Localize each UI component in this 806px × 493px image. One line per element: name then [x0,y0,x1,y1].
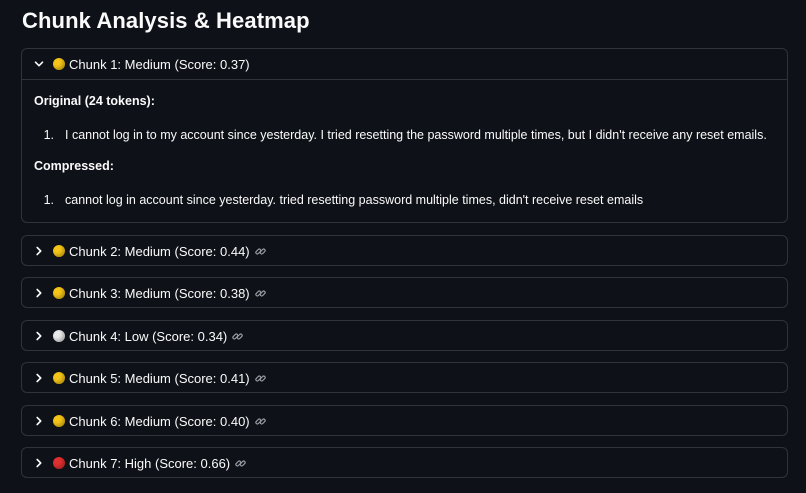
status-dot-icon [53,245,65,257]
link-icon[interactable] [254,372,267,385]
compressed-text: cannot log in account since yesterday. t… [65,193,644,207]
original-heading: Original (24 tokens): [34,94,155,108]
status-dot-icon [53,287,65,299]
chunk-expander-6: Chunk 6: Medium (Score: 0.40) [21,405,788,436]
link-icon[interactable] [254,245,267,258]
chunk-header-5[interactable]: Chunk 5: Medium (Score: 0.41) [22,363,787,393]
status-dot-icon [53,58,65,70]
chunk-label: Chunk 1: Medium (Score: 0.37) [69,56,250,72]
chunk-label: Chunk 2: Medium (Score: 0.44) [69,243,250,259]
chunk-expander-3: Chunk 3: Medium (Score: 0.38) [21,277,788,308]
chunk-header-3[interactable]: Chunk 3: Medium (Score: 0.38) [22,278,787,308]
chunk-header-1[interactable]: Chunk 1: Medium (Score: 0.37) [22,49,787,80]
chevron-right-icon [32,414,46,428]
list-number: 1. [43,193,54,207]
chunk-header-2[interactable]: Chunk 2: Medium (Score: 0.44) [22,236,787,266]
status-dot-icon [53,372,65,384]
chevron-right-icon [32,456,46,470]
chunk-header-7[interactable]: Chunk 7: High (Score: 0.66) [22,448,787,478]
chunk-label: Chunk 6: Medium (Score: 0.40) [69,413,250,429]
compressed-heading: Compressed: [34,159,114,173]
chunk-expander-2: Chunk 2: Medium (Score: 0.44) [21,235,788,266]
chunk-expander-4: Chunk 4: Low (Score: 0.34) [21,320,788,351]
chunk-body-1: Original (24 tokens): 1. I cannot log in… [22,94,787,207]
chevron-down-icon [32,57,46,71]
status-dot-icon [53,330,65,342]
chunk-header-6[interactable]: Chunk 6: Medium (Score: 0.40) [22,406,787,436]
compressed-list-item: 1. cannot log in account since yesterday… [34,193,775,207]
chunk-label: Chunk 3: Medium (Score: 0.38) [69,285,250,301]
chunk-label: Chunk 5: Medium (Score: 0.41) [69,370,250,386]
original-text: I cannot log in to my account since yest… [65,128,767,142]
chunk-label: Chunk 4: Low (Score: 0.34) [69,328,228,344]
link-icon[interactable] [231,330,244,343]
chevron-right-icon [32,371,46,385]
chunk-expander-7: Chunk 7: High (Score: 0.66) [21,447,788,478]
status-dot-icon [53,415,65,427]
list-number: 1. [43,128,54,142]
chevron-right-icon [32,286,46,300]
original-list-item: 1. I cannot log in to my account since y… [34,128,775,142]
chevron-right-icon [32,329,46,343]
link-icon[interactable] [254,287,267,300]
chevron-right-icon [32,244,46,258]
chunk-label: Chunk 7: High (Score: 0.66) [69,455,231,471]
chunk-expander-1: Chunk 1: Medium (Score: 0.37) Original (… [21,48,788,223]
chunk-expander-5: Chunk 5: Medium (Score: 0.41) [21,362,788,393]
page-title: Chunk Analysis & Heatmap [22,8,310,33]
chunk-header-4[interactable]: Chunk 4: Low (Score: 0.34) [22,321,787,351]
link-icon[interactable] [234,457,247,470]
status-dot-icon [53,457,65,469]
link-icon[interactable] [254,415,267,428]
